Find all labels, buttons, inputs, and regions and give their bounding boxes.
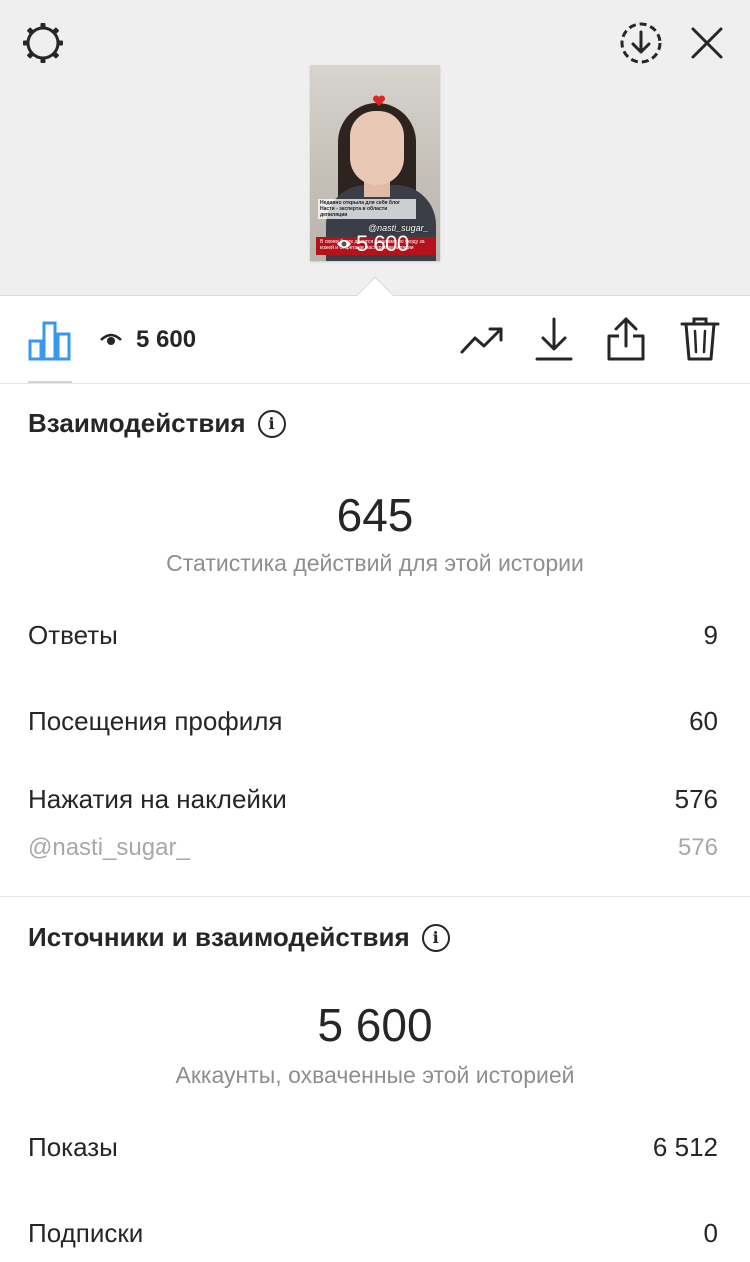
heart-icon [372,95,386,106]
bar-chart-icon [28,321,71,361]
info-icon[interactable]: i [257,409,286,438]
stat-label: Подписки [28,1218,144,1248]
gear-icon [23,23,63,63]
settings-button[interactable] [18,18,68,68]
stat-row-impressions: Показы 6 512 [28,1132,718,1163]
discovery-section-title: Источники и взаимодействия i [28,922,450,953]
interactions-title-text: Взаимодействия [28,408,246,438]
stat-value: 6 512 [652,1132,718,1162]
viewers-count-value: 5 600 [136,326,197,353]
story-views-overlay: 5 600 [336,231,409,257]
interactions-section-title: Взаимодействия i [28,408,286,439]
interactions-total: 645 [336,489,414,541]
active-tab-underline [28,381,72,383]
stat-value: 576 [674,784,718,814]
stat-value: 576 [677,834,718,861]
story-caption: Недавно открыла для себя блог Насти - эк… [318,199,416,219]
delete-button[interactable] [678,314,722,364]
stat-row-profile-visits: Посещения профиля 60 [28,706,718,737]
stat-label: Показы [28,1132,118,1162]
story-preview-area: Недавно открыла для себя блог Насти - эк… [0,0,750,296]
share-icon [607,317,645,361]
stat-row-sticker-mention: @nasti_sugar_ 576 [28,834,718,862]
section-divider [0,896,750,897]
share-button[interactable] [604,314,648,364]
promote-button[interactable] [458,318,506,362]
eye-icon [337,240,351,248]
discovery-total: 5 600 [317,999,433,1051]
interactions-caption: Статистика действий для этой истории [166,550,584,576]
stat-value: 0 [703,1218,718,1248]
insights-tab[interactable] [26,316,74,364]
story-thumbnail[interactable]: Недавно открыла для себя блог Насти - эк… [310,65,440,261]
stat-value: 60 [689,706,718,736]
stat-label: @nasti_sugar_ [28,834,190,861]
download-icon [535,317,573,361]
viewers-count[interactable]: 5 600 [100,326,196,354]
story-photo-face [350,111,404,185]
eye-icon [100,333,122,345]
stat-label: Ответы [28,620,118,650]
stat-value: 9 [703,620,718,650]
download-button[interactable] [532,314,576,364]
stat-row-replies: Ответы 9 [28,620,718,651]
close-button[interactable] [684,20,730,66]
trending-icon [460,327,503,354]
save-story-button[interactable] [616,18,666,68]
stat-label: Посещения профиля [28,706,283,736]
discovery-caption: Аккаунты, охваченные этой историей [175,1062,575,1088]
download-circle-icon [620,22,662,64]
info-icon[interactable]: i [421,923,450,952]
stat-row-follows: Подписки 0 [28,1218,718,1249]
stat-row-sticker-taps: Нажатия на наклейки 576 [28,784,718,815]
story-views-count: 5 600 [356,231,409,256]
trash-icon [680,317,720,361]
discovery-title-text: Источники и взаимодействия [28,922,410,952]
stat-label: Нажатия на наклейки [28,784,287,814]
close-icon [691,27,723,59]
